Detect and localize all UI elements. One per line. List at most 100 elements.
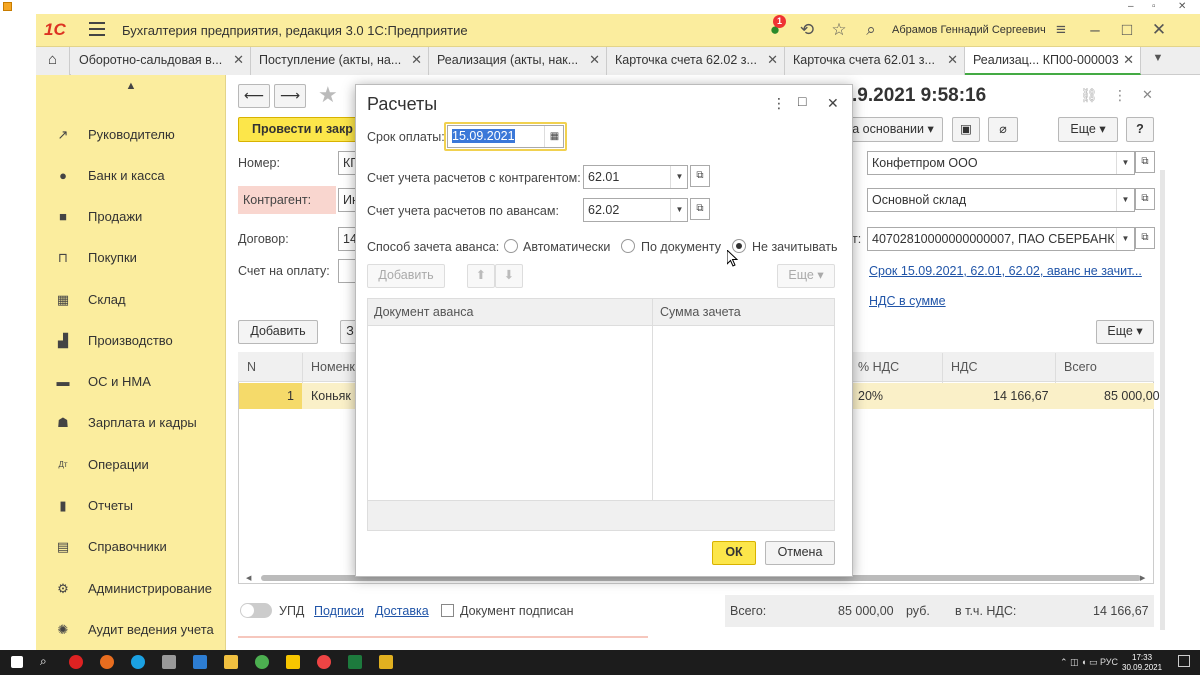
number-field[interactable]: КП: [338, 151, 356, 175]
system-tray[interactable]: ⌃ ◫ ◖ ▭ РУС: [1060, 657, 1118, 668]
invoice-field[interactable]: [338, 259, 356, 283]
col-advance-document[interactable]: Документ аванса: [374, 305, 473, 319]
dialog-add-button[interactable]: Добавить: [367, 264, 445, 288]
tab-card-6201[interactable]: Карточка счета 62.01 з... ✕: [785, 47, 965, 75]
tab-sales[interactable]: Реализация (акты, нак... ✕: [429, 47, 607, 75]
warehouse-open-icon[interactable]: ⧉: [1135, 188, 1155, 210]
app-icon[interactable]: [162, 655, 176, 669]
table-more-button[interactable]: Еще ▾: [1096, 320, 1154, 344]
bank-account-field[interactable]: 40702810000000000007, ПАО СБЕРБАНК: [867, 227, 1135, 251]
windows-start-icon[interactable]: [11, 656, 23, 668]
cancel-button[interactable]: Отмена: [765, 541, 835, 565]
favorites-icon[interactable]: ☆: [828, 19, 850, 41]
move-up-icon[interactable]: ⬆: [467, 264, 495, 288]
sidebar-item-sales[interactable]: ■ Продажи: [36, 203, 226, 231]
user-name[interactable]: Абрамов Геннадий Сергеевич: [892, 24, 1046, 36]
radio-automatic[interactable]: [504, 239, 518, 253]
sidebar-item-operations[interactable]: Дт Операции: [36, 451, 226, 479]
scroll-right-icon[interactable]: ▶: [1140, 574, 1145, 582]
add-row-button[interactable]: Добавить: [238, 320, 318, 344]
account-open-icon[interactable]: ⧉: [690, 165, 710, 187]
warehouse-field[interactable]: Основной склад: [867, 188, 1135, 212]
col-vat-rate[interactable]: % НДС: [858, 360, 899, 374]
link-icon[interactable]: ⛓: [1080, 87, 1098, 104]
sidebar-item-catalogs[interactable]: ▤ Справочники: [36, 533, 226, 561]
chrome-icon[interactable]: [255, 655, 269, 669]
skype-icon[interactable]: [131, 655, 145, 669]
radio-by-document-label[interactable]: По документу: [641, 240, 721, 254]
warehouse-dropdown-icon[interactable]: ▼: [1116, 189, 1134, 211]
tab-close-icon[interactable]: ✕: [1123, 52, 1134, 68]
settlement-link[interactable]: Срок 15.09.2021, 62.01, 62.02, аванс не …: [869, 264, 1142, 278]
sidebar-scroll-up-icon[interactable]: ▲: [36, 80, 226, 92]
calendar-icon[interactable]: ▦: [544, 126, 564, 147]
close-icon[interactable]: ✕: [1178, 1, 1186, 12]
settings-icon[interactable]: ≡: [1050, 19, 1072, 41]
col-n[interactable]: N: [247, 360, 256, 374]
sidebar-item-admin[interactable]: ⚙ Администрирование: [36, 575, 226, 603]
account-dropdown-icon[interactable]: ▼: [670, 166, 688, 188]
app-close-icon[interactable]: ✕: [1148, 19, 1170, 41]
files-icon[interactable]: [379, 655, 393, 669]
advance-account-open-icon[interactable]: ⧉: [690, 198, 710, 220]
folder-icon[interactable]: [224, 655, 238, 669]
print-icon[interactable]: ▣: [952, 117, 980, 142]
firefox-icon[interactable]: [100, 655, 114, 669]
back-button[interactable]: ⟵: [238, 84, 270, 108]
doc-close-icon[interactable]: ✕: [1142, 87, 1153, 103]
forward-button[interactable]: ⟶: [274, 84, 306, 108]
app-minimize-icon[interactable]: –: [1084, 19, 1106, 41]
ok-button[interactable]: ОК: [712, 541, 756, 565]
create-based-on-button[interactable]: а основании ▾: [843, 117, 943, 142]
tab-close-icon[interactable]: ✕: [589, 52, 600, 68]
move-down-icon[interactable]: ⬇: [495, 264, 523, 288]
organization-field[interactable]: Конфетпром ООО: [867, 151, 1135, 175]
radio-by-document[interactable]: [621, 239, 635, 253]
sidebar-item-purchases[interactable]: ⊓ Покупки: [36, 244, 226, 272]
tabs-more-icon[interactable]: ▼: [1146, 47, 1170, 75]
advance-account-dropdown-icon[interactable]: ▼: [670, 199, 688, 221]
sidebar-item-manager[interactable]: ↗ Руководителю: [36, 121, 226, 149]
radio-automatic-label[interactable]: Автоматически: [523, 240, 610, 254]
sidebar-item-bank[interactable]: ● Банк и касса: [36, 162, 226, 190]
minimize-icon[interactable]: –: [1128, 1, 1134, 12]
tab-close-icon[interactable]: ✕: [947, 52, 958, 68]
opera-icon[interactable]: [69, 655, 83, 669]
signatures-link[interactable]: Подписи: [314, 604, 364, 618]
browser-icon[interactable]: [317, 655, 331, 669]
favorite-star-icon[interactable]: ★: [318, 82, 338, 108]
tab-sale-document[interactable]: Реализац... КП00-000003 ✕: [965, 47, 1141, 75]
search-icon[interactable]: ⌕: [860, 19, 882, 41]
organization-dropdown-icon[interactable]: ▼: [1116, 152, 1134, 174]
tab-close-icon[interactable]: ✕: [411, 52, 422, 68]
col-item[interactable]: Номенк: [311, 360, 355, 374]
help-button[interactable]: ?: [1126, 117, 1154, 142]
delivery-link[interactable]: Доставка: [375, 604, 429, 618]
dialog-close-icon[interactable]: ✕: [827, 95, 839, 112]
tab-card-6202[interactable]: Карточка счета 62.02 з... ✕: [607, 47, 785, 75]
sidebar-item-salary[interactable]: ☗ Зарплата и кадры: [36, 409, 226, 437]
1c-icon[interactable]: [286, 655, 300, 669]
organization-open-icon[interactable]: ⧉: [1135, 151, 1155, 173]
post-and-close-button[interactable]: Провести и закр: [238, 117, 358, 142]
dialog-menu-icon[interactable]: ⋮: [772, 95, 786, 112]
app-maximize-icon[interactable]: □: [1116, 19, 1138, 41]
bank-account-dropdown-icon[interactable]: ▼: [1116, 228, 1134, 250]
taskbar-search-icon[interactable]: ⌕: [40, 654, 47, 669]
tab-receipt[interactable]: Поступление (акты, на... ✕: [251, 47, 429, 75]
sidebar-item-warehouse[interactable]: ▦ Склад: [36, 286, 226, 314]
bank-account-open-icon[interactable]: ⧉: [1135, 227, 1155, 249]
attach-icon[interactable]: ⌀: [988, 117, 1018, 142]
tab-osv[interactable]: Оборотно-сальдовая в... ✕: [71, 47, 251, 75]
sidebar-item-reports[interactable]: ▮ Отчеты: [36, 492, 226, 520]
vertical-scrollbar[interactable]: [1160, 170, 1165, 630]
tab-close-icon[interactable]: ✕: [233, 52, 244, 68]
excel-icon[interactable]: [348, 655, 362, 669]
col-offset-amount[interactable]: Сумма зачета: [660, 305, 741, 319]
clock[interactable]: 17:33 30.09.2021: [1122, 653, 1162, 673]
main-menu-icon[interactable]: [89, 22, 105, 36]
counterparty-field[interactable]: Ин: [338, 188, 356, 212]
dialog-maximize-icon[interactable]: □: [798, 93, 806, 109]
vat-link[interactable]: НДС в сумме: [869, 294, 946, 308]
signed-checkbox[interactable]: [441, 604, 454, 617]
